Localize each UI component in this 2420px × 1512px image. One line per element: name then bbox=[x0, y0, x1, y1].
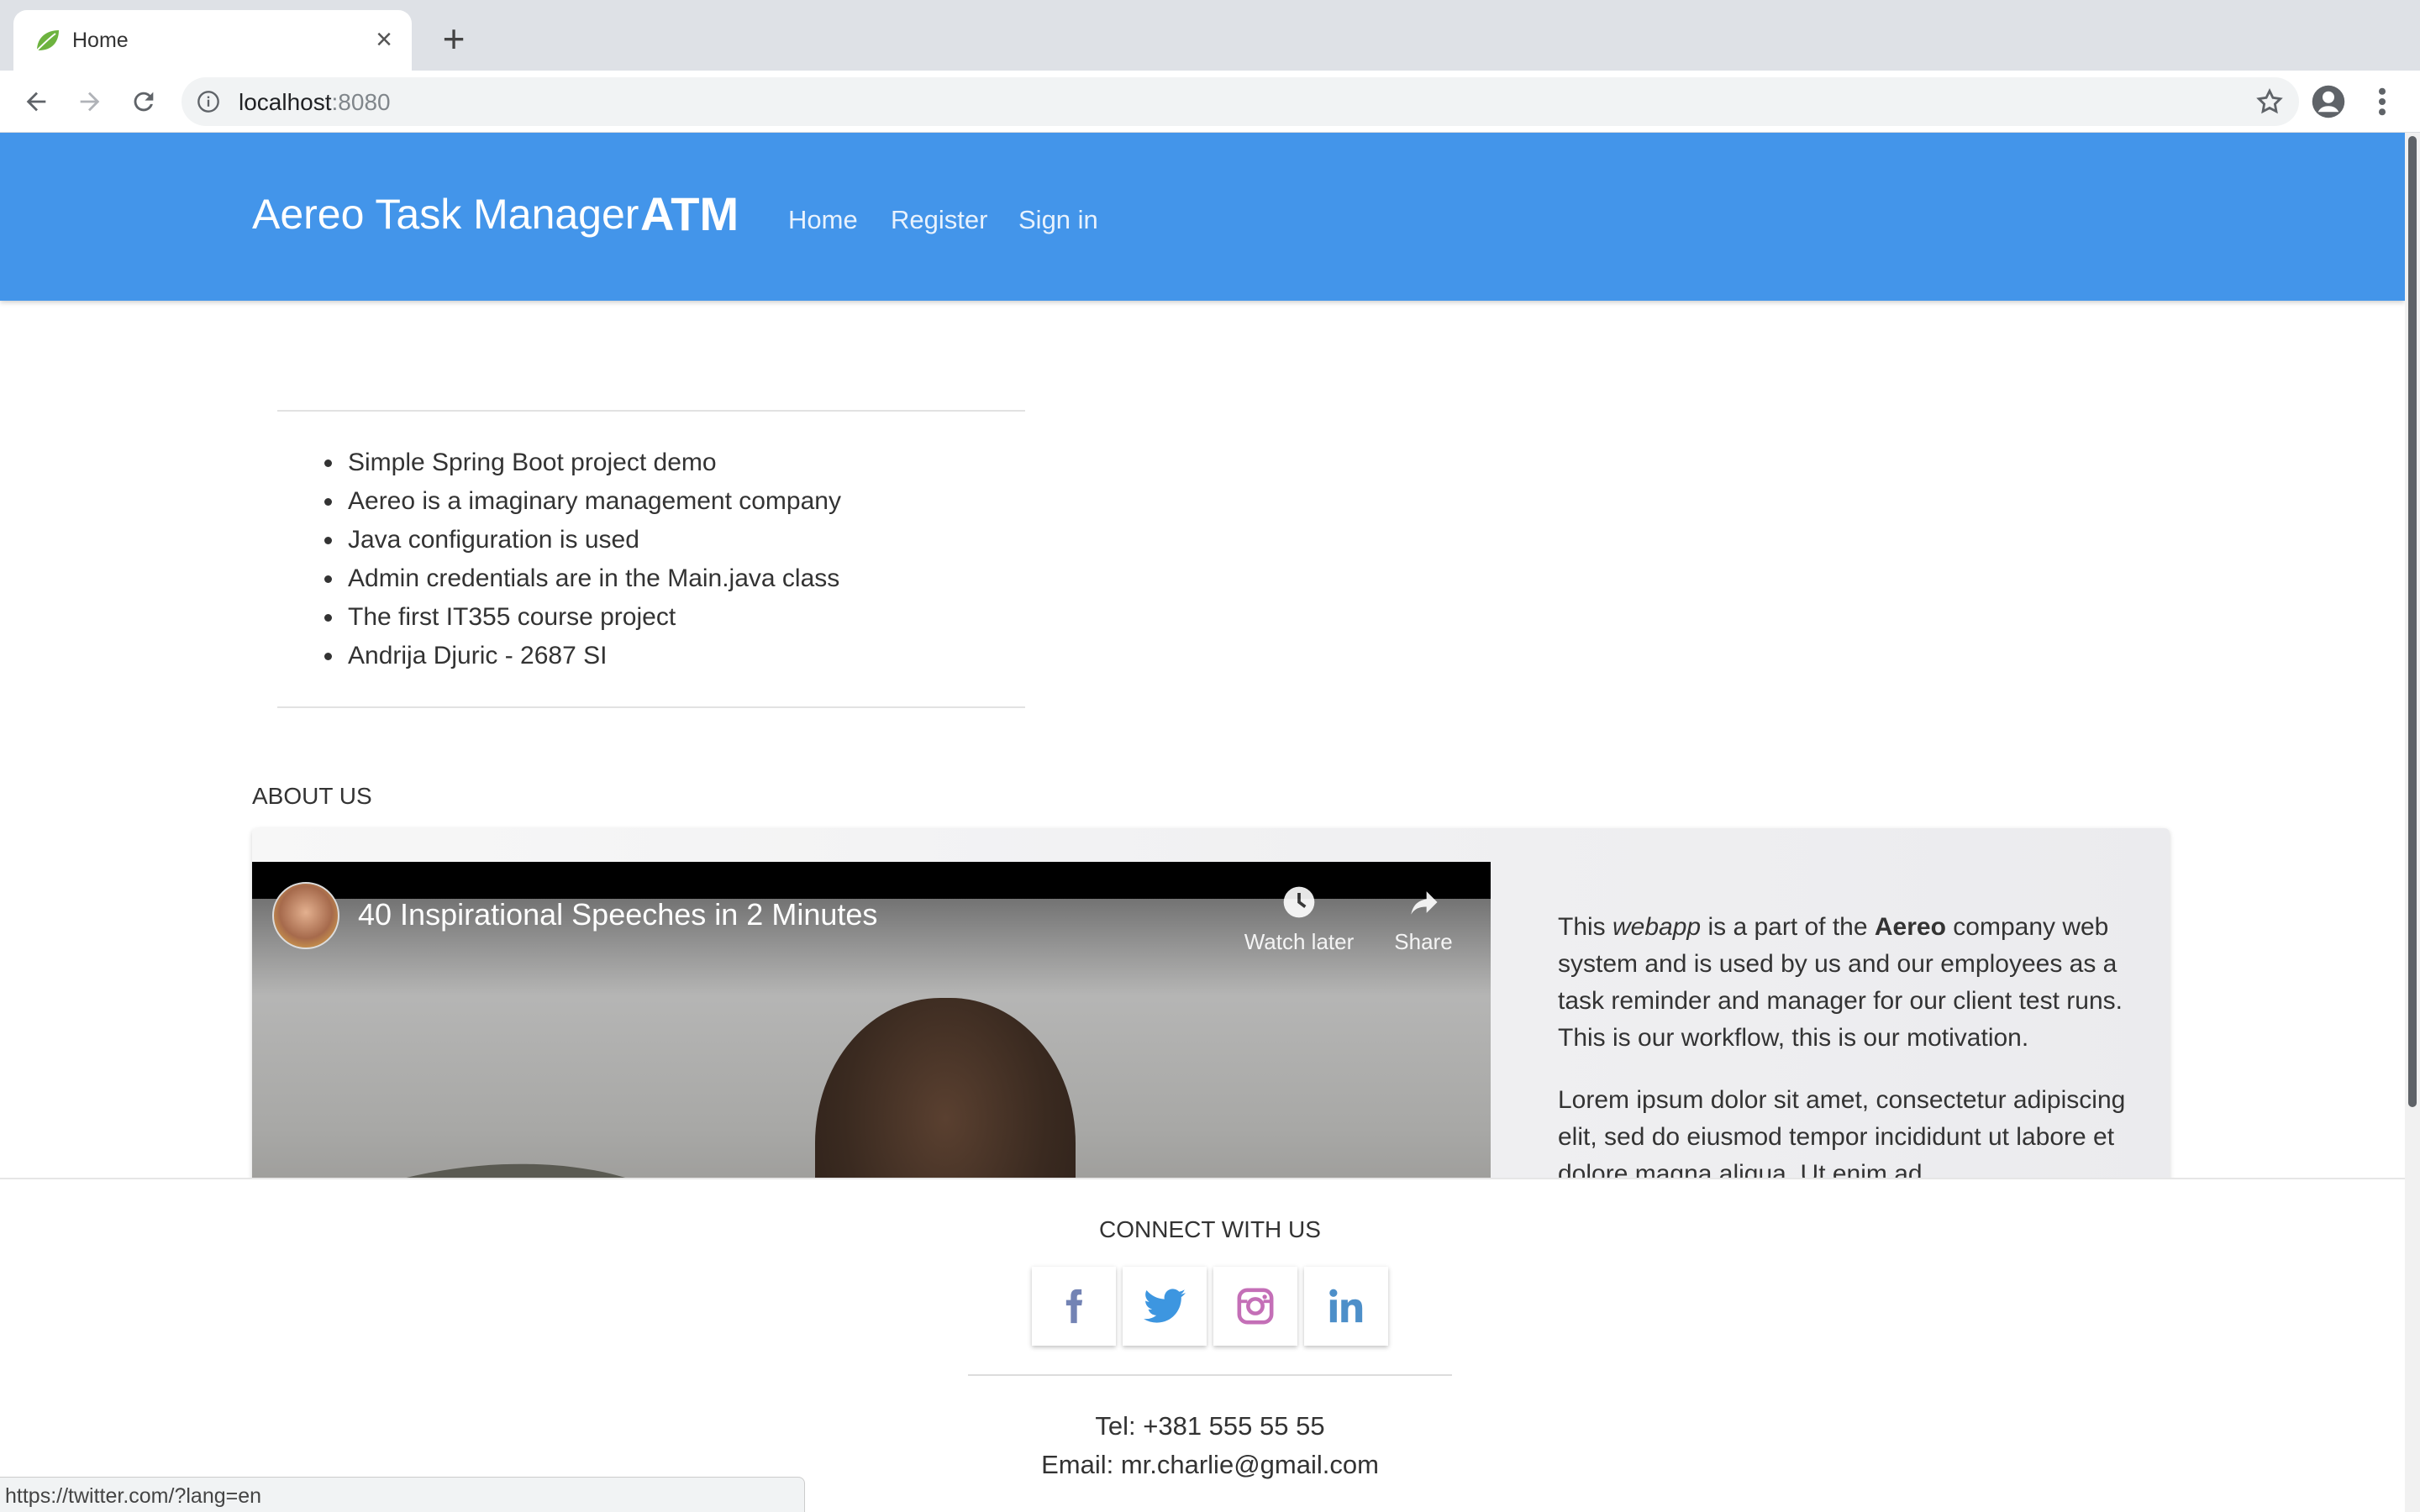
list-item: The first IT355 course project bbox=[345, 598, 841, 637]
back-button[interactable] bbox=[17, 82, 55, 121]
forward-button[interactable] bbox=[71, 82, 109, 121]
text-span: This bbox=[1558, 913, 1613, 941]
kebab-menu-icon[interactable] bbox=[2370, 84, 2395, 119]
features-list: Simple Spring Boot project demo Aereo is… bbox=[345, 444, 841, 675]
clock-icon bbox=[1283, 886, 1315, 918]
linkedin-link[interactable] bbox=[1304, 1267, 1388, 1346]
page-viewport: Aereo Task Manager ATM Home Register Sig… bbox=[0, 133, 2405, 1512]
reload-button[interactable] bbox=[124, 82, 163, 121]
browser-tab-home[interactable]: Home × bbox=[13, 10, 412, 71]
reload-icon bbox=[134, 92, 154, 112]
brand-title[interactable]: Aereo Task Manager bbox=[252, 190, 639, 239]
about-paragraph-2: Lorem ipsum dolor sit amet, consectetur … bbox=[1558, 1086, 2126, 1188]
instagram-icon bbox=[1237, 1288, 1274, 1325]
nav-link-register[interactable]: Register bbox=[891, 205, 987, 235]
page-scrollbar[interactable] bbox=[2405, 133, 2420, 1512]
features-top-divider bbox=[277, 410, 1025, 412]
browser-toolbar: localhost:8080 bbox=[0, 71, 2420, 133]
facebook-link[interactable] bbox=[1032, 1267, 1116, 1346]
video-title[interactable]: 40 Inspirational Speeches in 2 Minutes bbox=[358, 897, 877, 932]
about-heading: ABOUT US bbox=[252, 783, 372, 809]
bookmark-star-icon[interactable] bbox=[2255, 87, 2284, 116]
link-status-bar: https://twitter.com/?lang=en bbox=[0, 1477, 805, 1512]
contact-tel: Tel: +381 555 55 55 bbox=[1095, 1411, 1325, 1441]
list-item: Admin credentials are in the Main.java c… bbox=[345, 559, 841, 598]
channel-avatar[interactable] bbox=[272, 882, 339, 949]
features-bottom-divider bbox=[277, 706, 1025, 708]
brand-abbreviation[interactable]: ATM bbox=[640, 186, 739, 241]
close-tab-icon[interactable]: × bbox=[368, 24, 400, 55]
list-item: Java configuration is used bbox=[345, 521, 841, 559]
tab-title: Home bbox=[72, 29, 129, 52]
contact-email[interactable]: Email: mr.charlie@gmail.com bbox=[0, 1450, 2405, 1480]
new-tab-button[interactable]: + bbox=[435, 19, 472, 59]
watch-later-label: Watch later bbox=[1244, 929, 1355, 954]
forward-arrow-icon bbox=[80, 92, 100, 112]
list-item: Andrija Djuric - 2687 SI bbox=[345, 637, 841, 675]
share-button[interactable]: Share bbox=[1356, 884, 1491, 955]
about-paragraph-1: This webapp is a part of the Aereo compa… bbox=[1558, 909, 2146, 1057]
list-item: Simple Spring Boot project demo bbox=[345, 444, 841, 482]
nav-link-sign-in[interactable]: Sign in bbox=[1018, 205, 1098, 235]
spring-leaf-icon bbox=[36, 30, 59, 51]
address-bar[interactable]: localhost:8080 bbox=[182, 77, 2299, 126]
url-host: localhost bbox=[239, 89, 332, 115]
site-header: Aereo Task Manager ATM Home Register Sig… bbox=[0, 133, 2405, 301]
site-footer: CONNECT WITH US Tel: +381 555 55 55 Emai… bbox=[0, 1178, 2405, 1512]
watch-later-button[interactable]: Watch later bbox=[1232, 884, 1366, 955]
facebook-icon bbox=[1065, 1289, 1083, 1324]
share-label: Share bbox=[1394, 929, 1453, 954]
instagram-link[interactable] bbox=[1213, 1267, 1297, 1346]
list-item: Aereo is a imaginary management company bbox=[345, 482, 841, 521]
scrollbar-thumb[interactable] bbox=[2408, 136, 2417, 1107]
text-span: is a part of the bbox=[1701, 913, 1875, 941]
twitter-icon bbox=[1144, 1289, 1186, 1323]
emphasis-text: webapp bbox=[1612, 913, 1702, 941]
info-icon[interactable] bbox=[197, 90, 220, 113]
nav-link-home[interactable]: Home bbox=[788, 205, 858, 235]
share-arrow-icon bbox=[1411, 891, 1438, 915]
linkedin-icon bbox=[1329, 1289, 1363, 1323]
strong-text: Aereo bbox=[1874, 913, 1946, 941]
profile-icon[interactable] bbox=[2311, 84, 2346, 119]
connect-heading: CONNECT WITH US bbox=[1099, 1216, 1321, 1242]
twitter-link[interactable] bbox=[1123, 1267, 1207, 1346]
footer-divider bbox=[968, 1374, 1452, 1376]
url-port: :8080 bbox=[331, 89, 391, 115]
url-text[interactable]: localhost:8080 bbox=[239, 89, 391, 116]
browser-tab-bar: Home × + bbox=[0, 0, 2420, 71]
about-text: This webapp is a part of the Aereo compa… bbox=[1558, 909, 2146, 1218]
back-arrow-icon bbox=[26, 92, 46, 112]
